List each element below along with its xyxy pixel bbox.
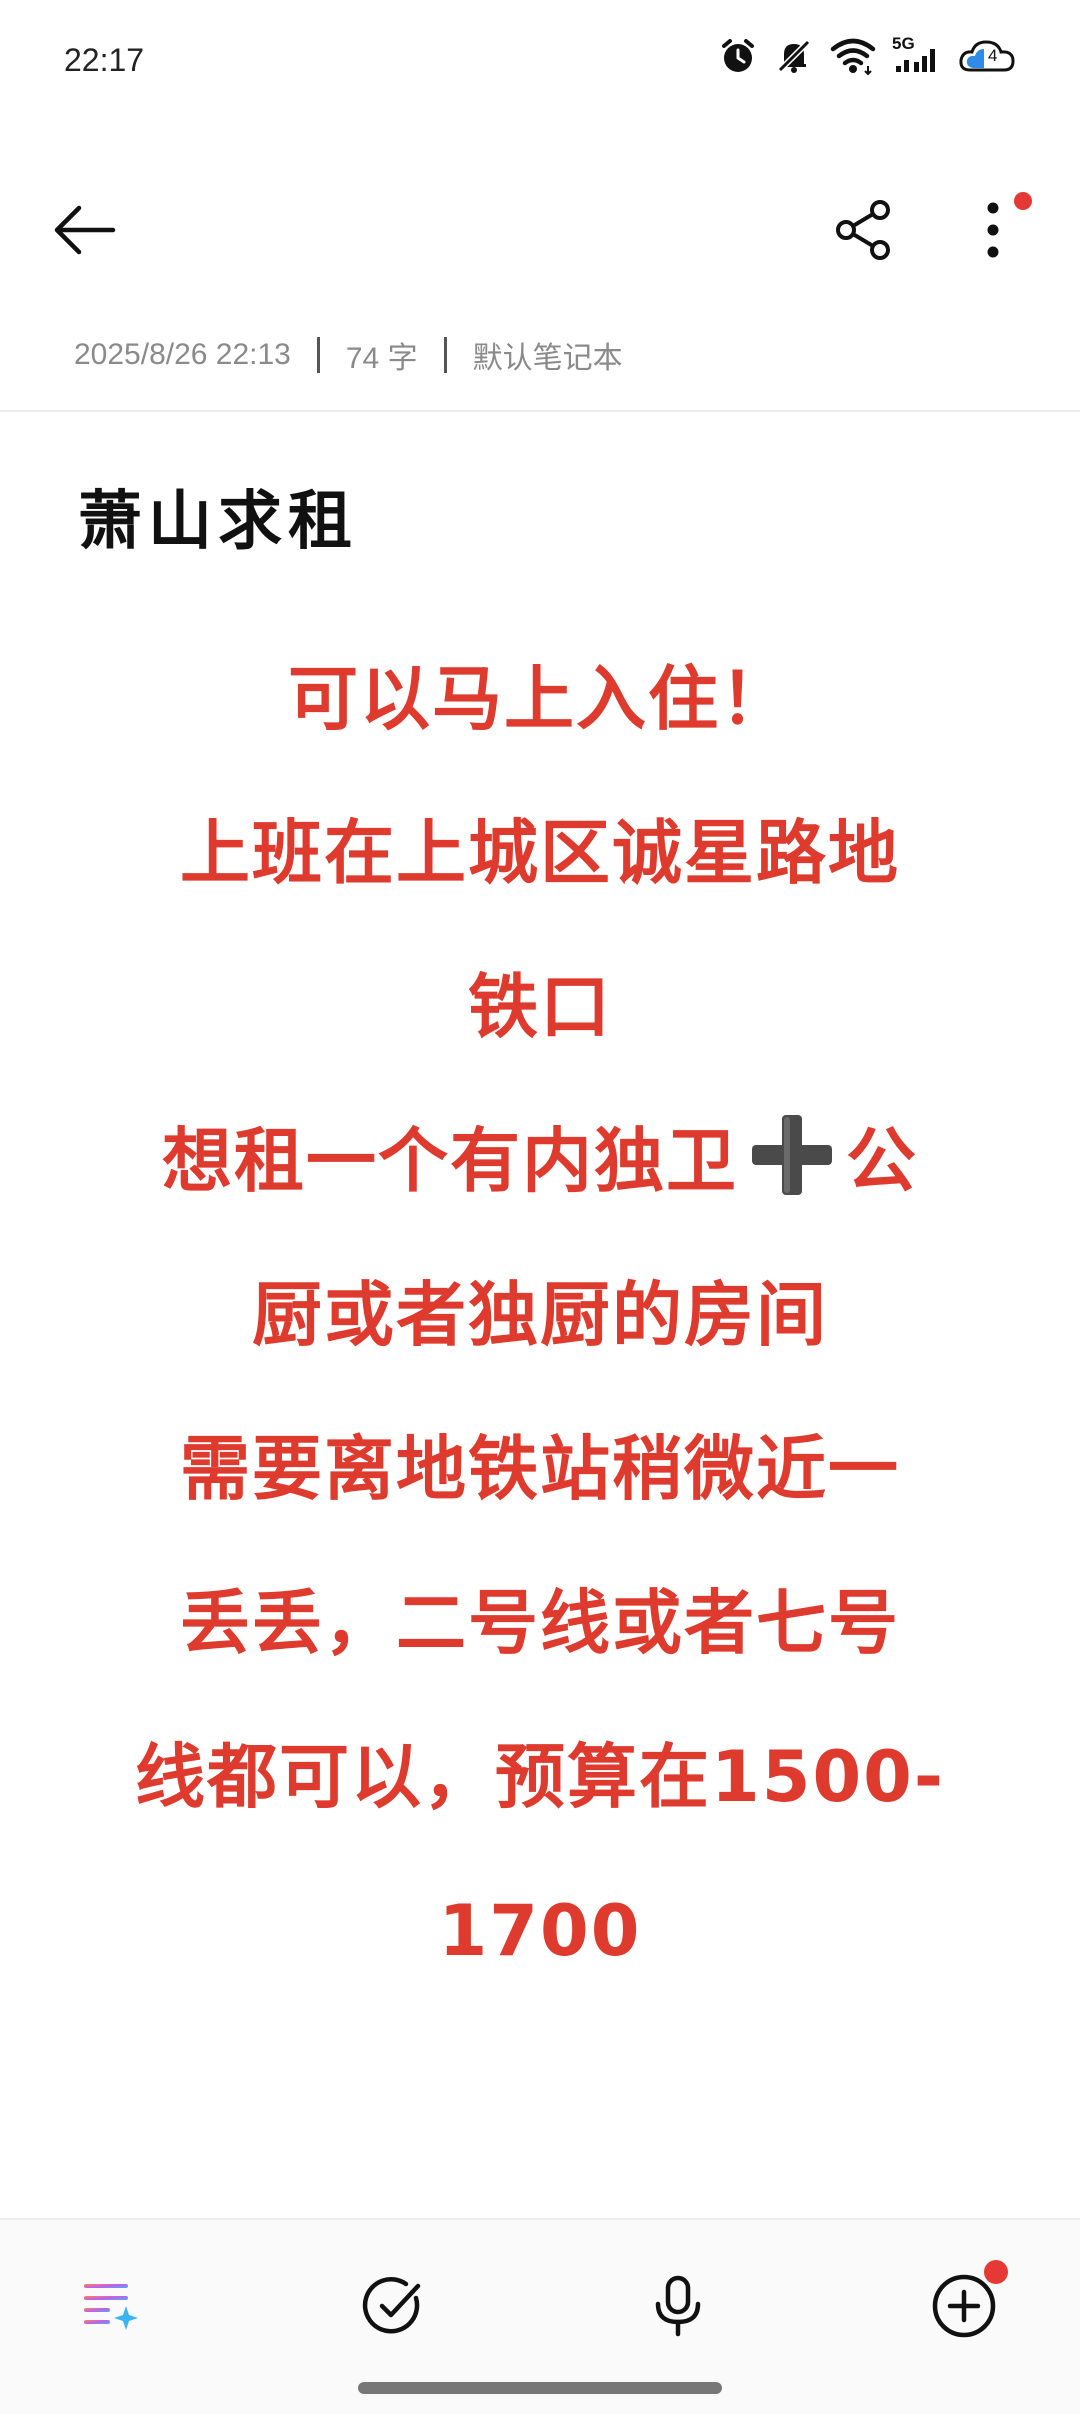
status-icons: 5G 4 bbox=[718, 34, 1016, 76]
meta-separator bbox=[443, 337, 447, 373]
mute-icon bbox=[774, 36, 814, 76]
cloud-battery-icon: 4 bbox=[958, 36, 1016, 76]
home-indicator[interactable] bbox=[358, 2382, 722, 2394]
bottom-toolbar bbox=[0, 2218, 1080, 2414]
share-icon bbox=[836, 200, 890, 260]
notification-dot bbox=[1014, 192, 1032, 210]
body-line: 可以马上入住！ bbox=[288, 658, 792, 740]
arrow-left-icon bbox=[54, 205, 116, 255]
body-line: 线都可以，预算在1500- bbox=[135, 1736, 945, 1818]
word-count: 74 字 bbox=[345, 342, 418, 375]
add-button[interactable] bbox=[922, 2260, 1008, 2348]
note-screen: 22:17 5G 4 2025/8/26 22:13 74 字 默认笔记本 萧山… bbox=[0, 0, 1080, 2414]
note-date: 2025/8/26 22:13 bbox=[74, 338, 291, 371]
notebook-name[interactable]: 默认笔记本 bbox=[473, 333, 623, 377]
checklist-button[interactable] bbox=[352, 2264, 436, 2348]
ai-format-icon bbox=[84, 2284, 138, 2330]
microphone-icon bbox=[655, 2275, 701, 2337]
checklist-icon bbox=[362, 2277, 421, 2334]
status-bar: 22:17 5G 4 bbox=[0, 0, 1080, 120]
body-line: 丢丢，二号线或者七号 bbox=[180, 1582, 900, 1664]
meta-separator bbox=[316, 337, 320, 373]
ai-format-button[interactable] bbox=[68, 2264, 152, 2348]
top-bar bbox=[0, 170, 1080, 290]
body-line: 想租一个有内独卫 公 bbox=[60, 1084, 1020, 1238]
share-button[interactable] bbox=[822, 188, 906, 272]
alarm-icon bbox=[718, 36, 758, 76]
body-line: 1700 bbox=[438, 1890, 642, 1972]
note-title[interactable]: 萧山求租 bbox=[78, 470, 358, 562]
body-line: 厨或者独厨的房间 bbox=[252, 1274, 828, 1356]
more-button[interactable] bbox=[958, 188, 1032, 272]
status-time: 22:17 bbox=[64, 42, 145, 78]
body-line-part: 公 bbox=[846, 1120, 918, 1202]
body-line: 铁口 bbox=[468, 966, 612, 1048]
header-divider bbox=[0, 410, 1080, 412]
note-body[interactable]: 可以马上入住！ 上班在上城区诚星路地 铁口 想租一个有内独卫 公 厨或者独厨的房… bbox=[60, 622, 1020, 2008]
body-line-part: 想租一个有内独卫 bbox=[162, 1120, 738, 1202]
add-circle-icon bbox=[932, 2274, 996, 2338]
more-vertical-icon bbox=[987, 202, 999, 258]
voice-input-button[interactable] bbox=[636, 2264, 720, 2348]
badge-number: 4 bbox=[988, 46, 998, 65]
plus-emoji-icon bbox=[752, 1115, 832, 1195]
back-button[interactable] bbox=[42, 188, 126, 272]
body-line: 需要离地铁站稍微近一 bbox=[180, 1428, 900, 1510]
note-meta: 2025/8/26 22:13 74 字 默认笔记本 bbox=[74, 330, 623, 380]
add-notification-dot bbox=[984, 2260, 1008, 2284]
body-line: 上班在上城区诚星路地 bbox=[180, 812, 900, 894]
5g-signal-icon: 5G bbox=[892, 34, 942, 76]
wifi-icon bbox=[830, 36, 876, 76]
